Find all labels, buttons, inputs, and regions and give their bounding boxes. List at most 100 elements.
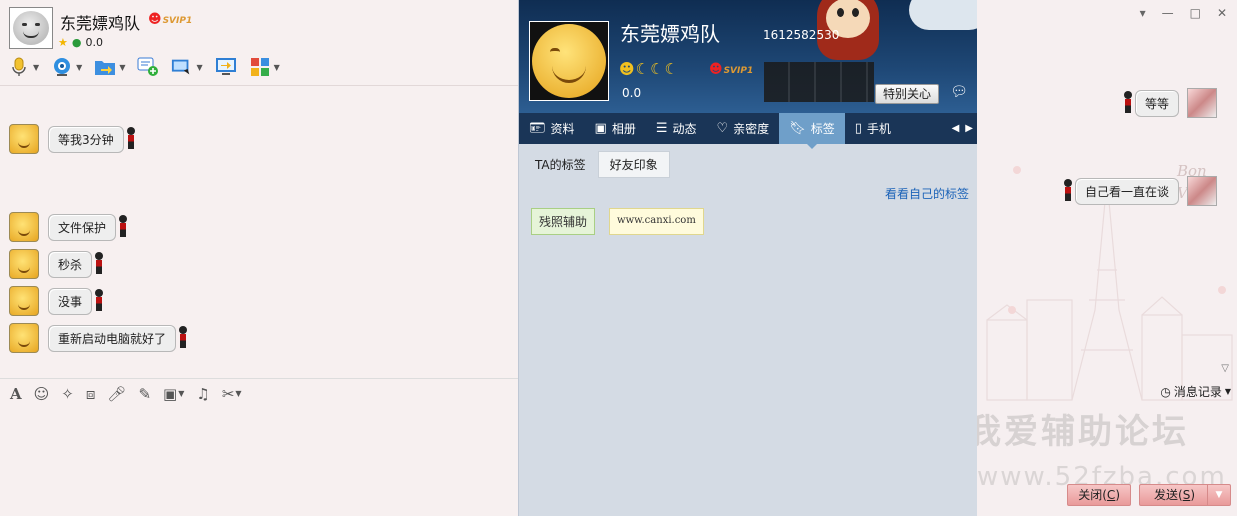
- tab-info[interactable]: 🪪︎ 资料: [519, 113, 585, 144]
- sender-avatar[interactable]: [9, 323, 39, 353]
- star-icon: ★: [58, 36, 68, 49]
- tag-item[interactable]: www.canxi.com: [609, 208, 704, 235]
- tab-tags[interactable]: 🔖︎ 标签: [779, 113, 845, 149]
- message-item: 等等: [1123, 88, 1217, 118]
- tab-phone[interactable]: ▯ 手机: [845, 113, 901, 144]
- profile-avatar[interactable]: [529, 21, 609, 101]
- profile-banner: 东莞嫖鸡队 1612582530 ☻ ☾ ☾ ☾ SVIP1 0.0 特别关心 …: [519, 0, 977, 113]
- contact-avatar[interactable]: [9, 7, 53, 49]
- sender-avatar[interactable]: [9, 249, 39, 279]
- bubble-doll-icon: [94, 252, 104, 276]
- tab-intimacy[interactable]: ♡ 亲密度: [707, 113, 780, 144]
- message-item: 自己看一直在谈: [1063, 176, 1217, 206]
- send-options-chevron-icon[interactable]: ▼: [1207, 484, 1231, 506]
- message-bubble[interactable]: 自己看一直在谈: [1074, 177, 1179, 205]
- qq-level[interactable]: ☻ ☾ ☾ ☾: [619, 60, 678, 78]
- message-item: 秒杀: [9, 249, 104, 279]
- collapse-chevron-icon[interactable]: ▽: [1221, 363, 1229, 374]
- arrow-right-icon[interactable]: ▶: [965, 123, 973, 134]
- chevron-down-icon[interactable]: ▼: [235, 389, 241, 398]
- input-toolbar: A ☺ ✧ ⧈ 🎤︎ ✎ ▣ ▼ ♫ ✂ ▼: [0, 378, 518, 408]
- chevron-down-icon[interactable]: ▼: [274, 63, 280, 72]
- message-bubble[interactable]: 秒杀: [48, 250, 93, 278]
- send-button-group: 发送(S) ▼: [1139, 484, 1231, 506]
- profile-svip-badge[interactable]: SVIP1: [709, 62, 754, 77]
- maximize-icon[interactable]: □: [1190, 6, 1201, 20]
- see-own-tags-link[interactable]: 看看自己的标签: [885, 185, 969, 202]
- magic-wand-icon[interactable]: ✧: [61, 385, 74, 403]
- message-item: 没事: [9, 286, 104, 316]
- bubble-doll-icon: [118, 215, 128, 239]
- contact-name[interactable]: 东莞嫖鸡队: [60, 10, 140, 34]
- id-card-icon: 🪪︎: [529, 121, 546, 136]
- sun-level-icon: ☻: [619, 60, 635, 78]
- chat-toolbar: ▼ ▼ ▼ ▼ ▼: [8, 56, 280, 78]
- message-list: 等我3分钟 文件保护 秒杀 没事 重新启动电脑就好了: [0, 88, 518, 376]
- message-item: 重新启动电脑就好了: [9, 323, 188, 353]
- banner-cloud: [909, 0, 977, 30]
- microphone-icon: [8, 56, 30, 78]
- chevron-down-icon[interactable]: ▼: [33, 63, 39, 72]
- profile-qq-number: 1612582530: [763, 28, 840, 42]
- send-button[interactable]: 发送(S): [1139, 484, 1207, 506]
- self-avatar[interactable]: [1187, 88, 1217, 118]
- chat-bubble-icon[interactable]: 💬︎: [948, 84, 970, 104]
- remote-desktop-icon: [171, 56, 193, 78]
- moon-level-icon: ☾: [650, 60, 664, 78]
- sender-avatar[interactable]: [9, 124, 39, 154]
- clock-icon: ◷: [1160, 384, 1171, 399]
- video-call-button[interactable]: ▼: [51, 56, 82, 78]
- chevron-down-icon[interactable]: ▼: [196, 63, 202, 72]
- voice-call-button[interactable]: ▼: [8, 56, 39, 78]
- voice-message-icon[interactable]: 🎤︎: [107, 385, 126, 403]
- share-screen-button[interactable]: [215, 56, 237, 78]
- music-icon[interactable]: ♫: [196, 385, 209, 403]
- screenshot-scissors-icon[interactable]: ✂ ▼: [222, 385, 242, 403]
- qq-status-icon: ●: [71, 36, 82, 49]
- subtab-friend-impression[interactable]: 好友印象: [597, 151, 670, 178]
- sender-avatar[interactable]: [9, 286, 39, 316]
- contact-score: 0.0: [85, 36, 103, 49]
- close-button[interactable]: 关闭(C): [1067, 484, 1131, 506]
- close-icon[interactable]: ✕: [1217, 6, 1227, 20]
- tab-scroll-arrows: ◀ ▶: [952, 123, 977, 134]
- shake-window-icon[interactable]: ⧈: [86, 385, 96, 403]
- tag-list: 残照辅助 www.canxi.com: [531, 208, 704, 235]
- tab-album[interactable]: ▣ 相册: [585, 113, 646, 144]
- create-discussion-button[interactable]: [137, 56, 159, 78]
- subtab-ta-tags[interactable]: TA的标签: [529, 152, 592, 177]
- message-bubble[interactable]: 重新启动电脑就好了: [48, 324, 177, 352]
- emoji-icon[interactable]: ☺: [34, 385, 50, 403]
- message-bubble[interactable]: 文件保护: [48, 213, 117, 241]
- svip-badge[interactable]: SVIP1: [148, 12, 193, 27]
- chevron-down-icon[interactable]: ▼: [76, 63, 82, 72]
- send-file-button[interactable]: ▼: [94, 56, 125, 78]
- special-care-button[interactable]: 特别关心: [875, 84, 939, 104]
- image-icon[interactable]: ▣ ▼: [163, 385, 184, 403]
- message-bubble[interactable]: 等等: [1134, 89, 1179, 117]
- chevron-down-icon[interactable]: ▼: [178, 389, 184, 398]
- minimize-icon[interactable]: —: [1162, 6, 1174, 20]
- remote-assist-button[interactable]: ▼: [171, 56, 203, 78]
- banner-wall: [764, 62, 874, 102]
- tag-item[interactable]: 残照辅助: [531, 208, 596, 235]
- chevron-down-icon[interactable]: ▼: [119, 63, 125, 72]
- arrow-left-icon[interactable]: ◀: [952, 123, 960, 134]
- chevron-down-icon[interactable]: ▾: [1140, 6, 1146, 20]
- self-avatar[interactable]: [1187, 176, 1217, 206]
- message-history-button[interactable]: ◷ 消息记录 ▼: [1160, 383, 1231, 400]
- sender-avatar[interactable]: [9, 212, 39, 242]
- chat-header: 东莞嫖鸡队 SVIP1 ★ ● 0.0 ▼ ▼ ▼: [0, 0, 518, 86]
- message-bubble[interactable]: 等我3分钟: [48, 125, 124, 153]
- close-label-end: ): [1115, 488, 1120, 502]
- apps-button[interactable]: ▼: [249, 56, 280, 78]
- tab-feed[interactable]: ☰ 动态: [646, 113, 707, 144]
- add-chat-icon: [137, 56, 159, 78]
- moon-level-icon: ☾: [635, 60, 650, 78]
- edit-icon[interactable]: ✎: [138, 385, 151, 403]
- window-controls: ▾ — □ ✕: [1140, 6, 1227, 20]
- font-icon[interactable]: A: [10, 385, 22, 403]
- history-label: 消息记录: [1173, 385, 1222, 399]
- screen-share-icon: [215, 56, 237, 78]
- message-bubble[interactable]: 没事: [48, 287, 93, 315]
